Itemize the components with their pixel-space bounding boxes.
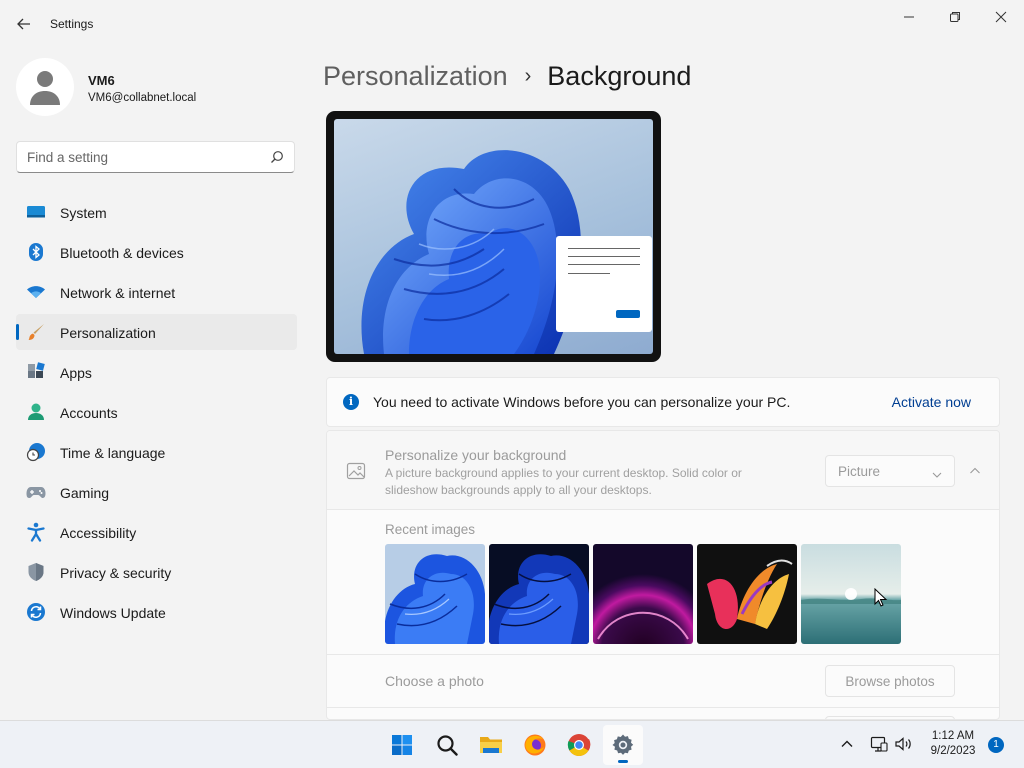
picture-icon: [346, 461, 366, 481]
clock-time: 1:12 AM: [931, 730, 975, 742]
sidebar-item-label: Accounts: [60, 405, 118, 421]
sidebar-item-label: Network & internet: [60, 285, 176, 301]
sidebar-nav: System Bluetooth & devices Network & int…: [16, 194, 297, 634]
sidebar-item-label: Windows Update: [60, 605, 166, 621]
sidebar-item-label: System: [60, 205, 107, 221]
apps-icon: [26, 362, 46, 382]
minimize-icon[interactable]: [886, 6, 932, 28]
background-settings-card: Personalize your background A picture ba…: [326, 430, 1000, 720]
controller-icon: [26, 482, 46, 502]
wifi-icon: [26, 282, 46, 302]
activation-message: You need to activate Windows before you …: [373, 394, 791, 410]
chevron-down-icon: [932, 467, 942, 478]
breadcrumb: Personalization › Background: [323, 58, 691, 94]
system-clock[interactable]: 1:12 AM 9/2/2023: [922, 729, 984, 759]
taskbar: 1:12 AM 9/2/2023 1: [0, 720, 1024, 768]
back-arrow-icon[interactable]: [14, 14, 34, 34]
mouse-cursor-icon: [874, 587, 888, 608]
volume-icon[interactable]: [894, 735, 912, 753]
network-icon[interactable]: [870, 735, 888, 753]
card-title: Personalize your background: [385, 447, 567, 463]
recent-image-bloom-light[interactable]: [385, 544, 485, 644]
profile-name: VM6: [88, 73, 115, 88]
close-icon[interactable]: [978, 6, 1024, 28]
search-input[interactable]: [27, 148, 257, 166]
search-box[interactable]: [16, 141, 295, 173]
desktop-preview: [326, 111, 661, 362]
active-app-indicator: [618, 760, 628, 763]
file-explorer-icon[interactable]: [471, 725, 511, 765]
shield-icon: [26, 562, 46, 582]
sidebar-item-windows-update[interactable]: Windows Update: [16, 594, 297, 630]
recent-images-label: Recent images: [385, 522, 476, 537]
brush-icon: [26, 322, 46, 342]
clock-date: 9/2/2023: [930, 745, 976, 757]
sidebar-item-label: Accessibility: [60, 525, 137, 541]
sidebar-item-bluetooth[interactable]: Bluetooth & devices: [16, 234, 297, 270]
user-profile[interactable]: VM6 VM6@collabnet.local: [16, 58, 296, 118]
sidebar-item-label: Time & language: [60, 445, 166, 461]
sidebar-item-label: Bluetooth & devices: [60, 245, 184, 261]
sidebar-item-privacy[interactable]: Privacy & security: [16, 554, 297, 590]
clock-globe-icon: [26, 442, 46, 462]
recent-image-bloom-dark[interactable]: [489, 544, 589, 644]
account-icon: [26, 402, 46, 422]
breadcrumb-parent[interactable]: Personalization: [323, 61, 508, 92]
chevron-up-icon[interactable]: [838, 735, 856, 753]
sidebar-item-label: Personalization: [60, 325, 156, 341]
activation-banner: i You need to activate Windows before yo…: [326, 377, 1000, 427]
personalize-background-row[interactable]: Personalize your background A picture ba…: [327, 431, 999, 510]
restore-icon[interactable]: [932, 6, 978, 28]
page-title: Background: [547, 60, 692, 91]
chevron-up-icon[interactable]: [964, 460, 986, 482]
system-icon: [26, 202, 46, 222]
search-icon[interactable]: [427, 725, 467, 765]
firefox-icon[interactable]: [515, 725, 555, 765]
sidebar-item-gaming[interactable]: Gaming: [16, 474, 297, 510]
sidebar-item-apps[interactable]: Apps: [16, 354, 297, 390]
sidebar-item-network[interactable]: Network & internet: [16, 274, 297, 310]
profile-email: VM6@collabnet.local: [88, 92, 197, 104]
next-setting-row: [327, 707, 999, 719]
update-icon: [26, 602, 46, 622]
sidebar-item-system[interactable]: System: [16, 194, 297, 230]
choose-photo-label: Choose a photo: [385, 673, 484, 689]
sidebar-item-label: Gaming: [60, 485, 110, 501]
preview-window-mock: [556, 236, 652, 332]
recent-image-colorful-ribbon[interactable]: [697, 544, 797, 644]
browse-photos-button[interactable]: Browse photos: [825, 665, 955, 697]
sidebar-item-time-language[interactable]: Time & language: [16, 434, 297, 470]
app-title: Settings: [50, 17, 94, 31]
accessibility-icon: [26, 522, 46, 542]
background-type-dropdown[interactable]: Picture: [825, 455, 955, 487]
sidebar-item-label: Privacy & security: [60, 565, 172, 581]
title-bar: Settings: [0, 0, 1024, 48]
activate-now-link[interactable]: Activate now: [892, 394, 971, 410]
info-icon: i: [343, 394, 359, 410]
chrome-icon[interactable]: [559, 725, 599, 765]
dropdown-value: Picture: [838, 464, 881, 479]
windows-start-icon[interactable]: [382, 725, 422, 765]
recent-image-purple-glow[interactable]: [593, 544, 693, 644]
sidebar-item-personalization[interactable]: Personalization: [16, 314, 297, 350]
avatar: [16, 58, 74, 116]
sidebar-item-accounts[interactable]: Accounts: [16, 394, 297, 430]
search-icon[interactable]: [270, 150, 284, 164]
sidebar-item-accessibility[interactable]: Accessibility: [16, 514, 297, 550]
choose-photo-row: Choose a photo Browse photos: [327, 654, 999, 706]
sidebar-item-label: Apps: [60, 365, 92, 381]
preview-wallpaper: [334, 119, 653, 354]
breadcrumb-separator: ›: [524, 64, 532, 87]
card-description: A picture background applies to your cur…: [385, 466, 742, 497]
notification-badge[interactable]: 1: [988, 737, 1004, 753]
settings-icon[interactable]: [603, 725, 643, 765]
bluetooth-icon: [26, 242, 46, 262]
